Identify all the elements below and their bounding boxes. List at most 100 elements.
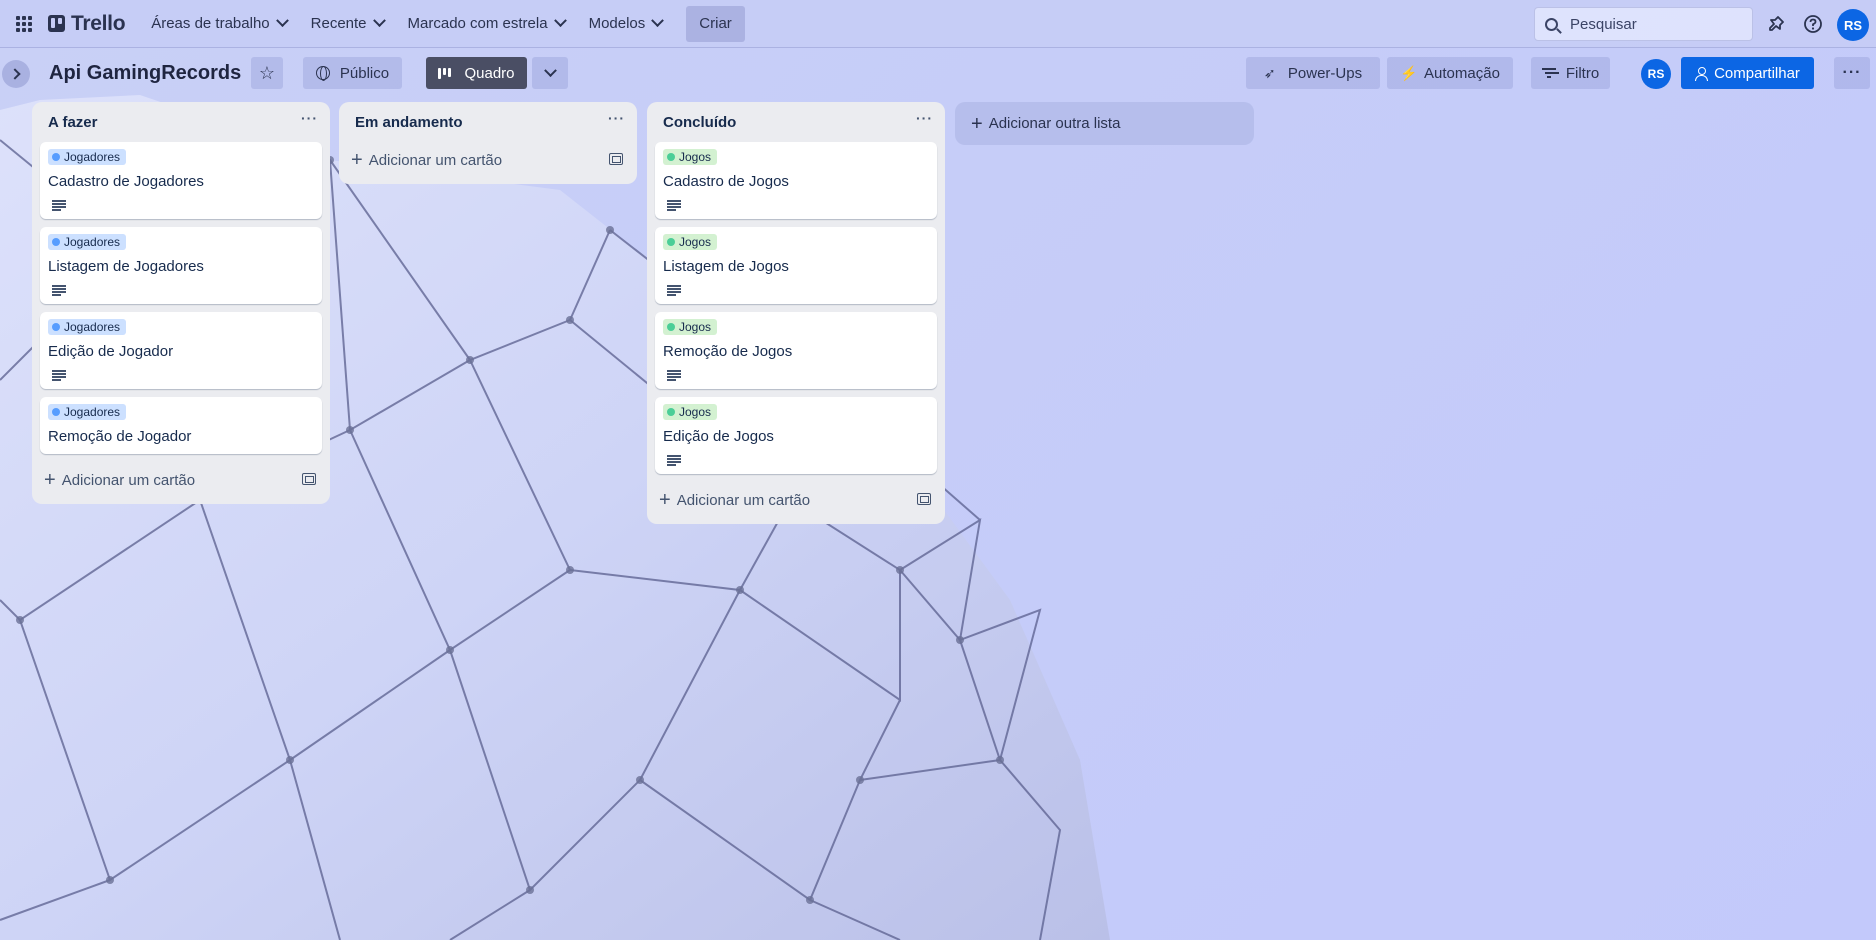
apps-grid-icon[interactable] <box>14 14 34 34</box>
list-menu-icon[interactable]: ··· <box>916 110 933 126</box>
description-icon <box>667 455 681 466</box>
menu-recent[interactable]: Recente <box>299 6 396 42</box>
visibility-button[interactable]: Público <box>303 57 402 89</box>
rocket-icon: ➶ <box>1263 65 1276 81</box>
add-list-label: Adicionar outra lista <box>988 115 1121 132</box>
board-title[interactable]: Api GamingRecords <box>49 62 241 85</box>
add-card-button[interactable]: + Adicionar um cartão <box>339 142 637 178</box>
add-card-label: Adicionar um cartão <box>676 491 811 509</box>
card-label[interactable]: Jogadores <box>48 234 127 250</box>
view-label: Quadro <box>464 64 515 82</box>
chevron-down-icon <box>553 14 567 28</box>
board-member-avatar[interactable]: RS <box>1641 59 1671 89</box>
card-template-icon[interactable] <box>917 493 931 505</box>
trello-logo-icon <box>48 15 65 32</box>
chevron-down-icon <box>651 14 665 28</box>
card-title: Listagem de Jogadores <box>48 258 204 275</box>
chevron-down-icon <box>372 14 386 28</box>
card[interactable]: Jogadores Listagem de Jogadores <box>40 227 322 304</box>
card-label[interactable]: Jogos <box>663 319 718 335</box>
list-title[interactable]: A fazer <box>48 114 97 131</box>
card-label[interactable]: Jogadores <box>48 149 127 165</box>
card[interactable]: Jogos Cadastro de Jogos <box>655 142 937 219</box>
star-board-button[interactable]: ☆ <box>251 57 283 89</box>
user-avatar[interactable]: RS <box>1837 9 1869 41</box>
card[interactable]: Jogos Listagem de Jogos <box>655 227 937 304</box>
add-card-button[interactable]: + Adicionar um cartão <box>32 462 330 498</box>
card-label[interactable]: Jogadores <box>48 319 127 335</box>
plus-icon: + <box>659 489 671 511</box>
add-list-button[interactable]: + Adicionar outra lista <box>955 102 1254 145</box>
search-input[interactable] <box>1570 15 1740 33</box>
search-box[interactable] <box>1534 7 1753 41</box>
add-person-icon <box>1695 66 1709 81</box>
description-icon <box>667 200 681 211</box>
list-menu-icon[interactable]: ··· <box>301 110 318 126</box>
card-title: Remoção de Jogos <box>663 343 793 360</box>
card-label[interactable]: Jogos <box>663 149 718 165</box>
list-concluido: Concluído ··· Jogos Cadastro de Jogos Jo… <box>647 102 945 524</box>
description-icon <box>52 370 66 381</box>
list-header: Concluído ··· <box>647 102 945 142</box>
list-menu-icon[interactable]: ··· <box>608 110 625 126</box>
menu-label: Áreas de trabalho <box>151 15 270 32</box>
power-ups-button[interactable]: ➶ Power-Ups <box>1246 57 1380 89</box>
menu-workspaces[interactable]: Áreas de trabalho <box>139 6 298 42</box>
view-switcher-button[interactable] <box>532 57 568 89</box>
add-card-label: Adicionar um cartão <box>368 151 503 169</box>
card-title: Cadastro de Jogos <box>663 173 789 190</box>
description-icon <box>667 285 681 296</box>
add-card-button[interactable]: + Adicionar um cartão <box>647 482 945 518</box>
list-title[interactable]: Em andamento <box>355 114 463 131</box>
card[interactable]: Jogos Remoção de Jogos <box>655 312 937 389</box>
menu-starred[interactable]: Marcado com estrela <box>396 6 577 42</box>
board-view-button[interactable]: Quadro <box>426 57 527 89</box>
automation-button[interactable]: ⚡ Automação <box>1387 57 1513 89</box>
share-button[interactable]: Compartilhar <box>1681 57 1814 89</box>
card-label[interactable]: Jogos <box>663 404 718 420</box>
description-icon <box>52 200 66 211</box>
list-header: Em andamento ··· <box>339 102 637 142</box>
menu-label: Recente <box>310 15 367 32</box>
filter-button[interactable]: Filtro <box>1531 57 1610 89</box>
card[interactable]: Jogos Edição de Jogos <box>655 397 937 474</box>
board-header: Api GamingRecords ☆ Público Quadro ➶ Pow… <box>0 48 1876 100</box>
add-card-label: Adicionar um cartão <box>61 471 196 489</box>
board-menu-button[interactable]: ··· <box>1834 57 1870 89</box>
list-title[interactable]: Concluído <box>663 114 736 131</box>
top-navigation-bar: Trello Áreas de trabalho Recente Marcado… <box>0 0 1876 48</box>
card[interactable]: Jogadores Cadastro de Jogadores <box>40 142 322 219</box>
sidebar-toggle-chevron-right-icon[interactable] <box>2 60 30 88</box>
chevron-down-icon <box>543 63 557 77</box>
description-icon <box>667 370 681 381</box>
share-label: Compartilhar <box>1714 64 1800 82</box>
search-icon <box>1545 17 1558 31</box>
menu-label: Modelos <box>588 15 646 32</box>
card-title: Listagem de Jogos <box>663 258 789 275</box>
menu-label: Marcado com estrela <box>407 15 548 32</box>
globe-icon <box>315 66 330 81</box>
notifications-icon[interactable] <box>1762 10 1790 38</box>
description-icon <box>52 285 66 296</box>
chevron-down-icon <box>275 14 289 28</box>
card[interactable]: Jogadores Remoção de Jogador <box>40 397 322 454</box>
help-icon[interactable] <box>1799 10 1827 38</box>
card-template-icon[interactable] <box>302 473 316 485</box>
logo-text: Trello <box>71 11 126 35</box>
list-em-andamento: Em andamento ··· + Adicionar um cartão <box>339 102 637 184</box>
list-header: A fazer ··· <box>32 102 330 142</box>
create-button[interactable]: Criar <box>686 5 745 42</box>
automation-label: Automação <box>1424 64 1500 82</box>
lightning-icon: ⚡ <box>1400 65 1418 81</box>
card-label[interactable]: Jogadores <box>48 404 127 420</box>
plus-icon: + <box>44 469 56 491</box>
star-icon: ☆ <box>258 62 276 83</box>
trello-logo[interactable]: Trello <box>48 11 126 36</box>
card[interactable]: Jogadores Edição de Jogador <box>40 312 322 389</box>
card-title: Cadastro de Jogadores <box>48 173 204 190</box>
card-title: Edição de Jogos <box>663 428 774 445</box>
card-label[interactable]: Jogos <box>663 234 718 250</box>
card-title: Edição de Jogador <box>48 343 174 360</box>
card-template-icon[interactable] <box>609 153 623 165</box>
menu-templates[interactable]: Modelos <box>577 6 675 42</box>
